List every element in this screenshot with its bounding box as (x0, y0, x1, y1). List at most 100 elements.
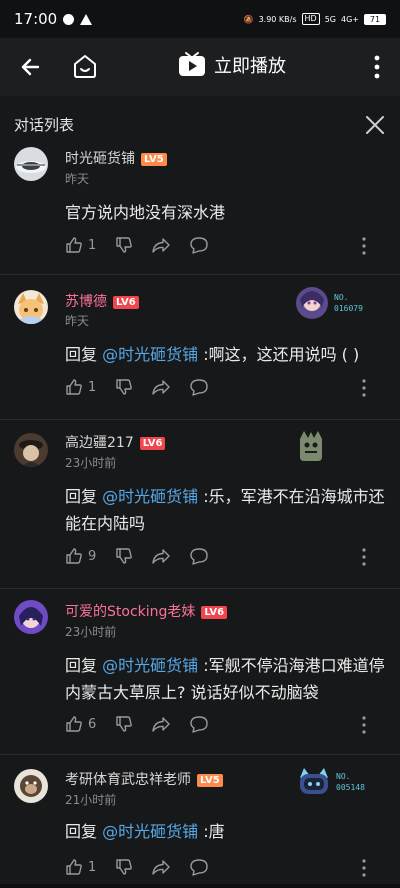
fan-no-label: NO. (336, 772, 351, 781)
comment-more-icon[interactable] (362, 378, 366, 398)
comment-more-icon[interactable] (362, 236, 366, 256)
comment-body: 官方说内地没有深水港 (65, 203, 226, 222)
bottom-edge (0, 884, 400, 888)
level-badge: LV5 (141, 153, 167, 166)
username[interactable]: 苏博德 LV6 (65, 291, 139, 311)
comment-icon (190, 548, 208, 565)
thumb-up-icon (66, 379, 82, 395)
status-right: 🔕 3.90 KB/s HD 5G 4G+ 71 (244, 13, 386, 25)
back-arrow-icon[interactable] (16, 52, 46, 82)
thumb-up-icon (66, 237, 82, 253)
fan-no-value: 005148 (336, 783, 365, 792)
reply-button[interactable] (189, 714, 209, 734)
reply-button[interactable] (189, 546, 209, 566)
avatar[interactable] (14, 600, 48, 634)
reply-button[interactable] (189, 377, 209, 397)
reply-button[interactable] (189, 235, 209, 255)
thumb-down-icon (116, 548, 132, 564)
comment-more-icon[interactable] (362, 547, 366, 567)
play-now-button[interactable]: 立即播放 (178, 52, 286, 78)
comment-time: 昨天 (65, 172, 90, 186)
username[interactable]: 可爱的Stocking老妹 LV6 (65, 601, 228, 621)
comment-more-icon[interactable] (362, 715, 366, 735)
net-speed: 3.90 KB/s (258, 14, 297, 24)
fan-badge-avatar (300, 768, 328, 794)
share-button[interactable] (151, 546, 171, 566)
share-button[interactable] (151, 857, 171, 877)
username[interactable]: 高边疆217 LV6 (65, 432, 166, 452)
comment-icon (190, 859, 208, 876)
comment-text: 回复 @时光砸货铺 :唐 (65, 818, 390, 845)
comment-actions: 1 (65, 235, 385, 255)
like-count: 6 (88, 716, 97, 732)
share-button[interactable] (151, 377, 171, 397)
share-button[interactable] (151, 235, 171, 255)
dislike-button[interactable] (115, 714, 133, 734)
avatar[interactable] (14, 769, 48, 803)
like-button[interactable]: 9 (65, 546, 96, 566)
share-icon (152, 717, 170, 732)
comment-actions: 1 (65, 377, 385, 397)
like-count: 1 (88, 237, 97, 253)
reply-prefix: 回复 (65, 345, 103, 364)
mention-link[interactable]: @时光砸货铺 (102, 345, 198, 364)
reply-button[interactable] (189, 857, 209, 877)
like-button[interactable]: 1 (65, 857, 96, 877)
like-count: 9 (88, 548, 97, 564)
comment-actions: 1 (65, 857, 385, 877)
share-button[interactable] (151, 714, 171, 734)
tv-play-icon (179, 52, 205, 76)
like-button[interactable]: 6 (65, 714, 96, 734)
comment-text: 回复 @时光砸货铺 :军舰不停沿海港口难道停内蒙古大草原上? 说话好似不动脑袋 (65, 652, 390, 706)
close-icon[interactable] (362, 112, 388, 138)
comment-icon (190, 237, 208, 254)
fan-badge-avatar (296, 287, 328, 319)
like-button[interactable]: 1 (65, 377, 96, 397)
comment-item: 考研体育武忠祥老师 LV5 21小时前 NO. 005148 回复 @时光砸货铺 … (0, 755, 400, 884)
comment-more-icon[interactable] (362, 858, 366, 878)
status-time: 17:00 (14, 10, 58, 28)
signal-4g: 4G+ (341, 14, 359, 24)
comment-icon (190, 379, 208, 396)
dislike-button[interactable] (115, 235, 133, 255)
comment-time: 昨天 (65, 314, 90, 328)
avatar[interactable] (14, 433, 48, 467)
avatar[interactable] (14, 147, 48, 181)
signal-5g: 5G (324, 14, 336, 24)
mention-link[interactable]: @时光砸货铺 (102, 487, 198, 506)
comment-time: 21小时前 (65, 793, 117, 807)
comment-text: 回复 @时光砸货铺 :啊这，这还用说吗 ( ) (65, 341, 390, 368)
comment-text: 回复 @时光砸货铺 :乐，军港不在沿海城市还能在内陆吗 (65, 483, 390, 537)
pendant-badge-icon (300, 431, 322, 461)
thumb-down-icon (116, 237, 132, 253)
dislike-button[interactable] (115, 546, 133, 566)
thumb-up-icon (66, 859, 82, 875)
fan-no-value: 016079 (334, 304, 363, 313)
username[interactable]: 考研体育武忠祥老师 LV5 (65, 769, 223, 789)
fan-badge: NO. 016079 (294, 285, 363, 321)
fan-number: NO. 005148 (336, 771, 365, 793)
mention-link[interactable]: @时光砸货铺 (102, 822, 198, 841)
reply-prefix: 回复 (65, 487, 103, 506)
like-button[interactable]: 1 (65, 235, 96, 255)
avatar[interactable] (14, 290, 48, 324)
comment-body: :唐 (198, 822, 225, 841)
dialog-title: 对话列表 (14, 116, 75, 134)
more-vertical-icon[interactable] (366, 54, 388, 80)
home-icon[interactable] (70, 51, 100, 81)
thumb-down-icon (116, 379, 132, 395)
username-text: 可爱的Stocking老妹 (65, 604, 196, 620)
dislike-button[interactable] (115, 377, 133, 397)
level-badge: LV5 (197, 774, 223, 787)
status-notification-icons (63, 13, 93, 25)
mention-link[interactable]: @时光砸货铺 (102, 656, 198, 675)
warning-icon (80, 13, 93, 25)
username[interactable]: 时光砸货铺 LV5 (65, 148, 167, 168)
status-bar: 17:00 🔕 3.90 KB/s HD 5G 4G+ 71 (0, 0, 400, 38)
comment-item: 时光砸货铺 LV5 昨天 官方说内地没有深水港 1 (0, 140, 400, 275)
level-badge: LV6 (201, 606, 228, 619)
reply-prefix: 回复 (65, 822, 103, 841)
reply-prefix: 回复 (65, 656, 103, 675)
comment-item: 可爱的Stocking老妹 LV6 23小时前 回复 @时光砸货铺 :军舰不停沿海… (0, 589, 400, 754)
dislike-button[interactable] (115, 857, 133, 877)
